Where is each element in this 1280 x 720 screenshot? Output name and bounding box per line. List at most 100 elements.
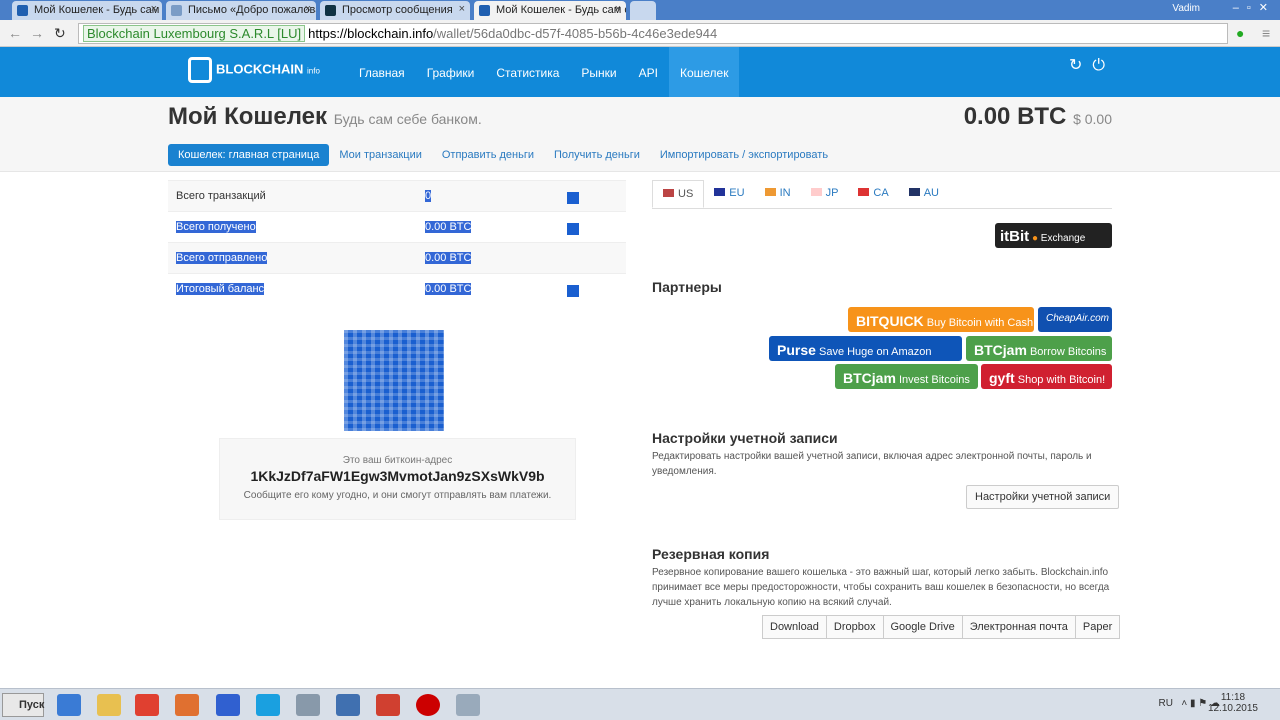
start-button[interactable]: Пуск [2, 693, 44, 717]
message-icon [325, 5, 336, 16]
browser-tab-active[interactable]: Мой Кошелек - Будь сам се × [474, 1, 626, 20]
site-header: BLOCKCHAIN info Главная Графики Статисти… [0, 47, 1280, 97]
tab-currency-in[interactable]: IN [755, 180, 801, 208]
tab-currency-eu[interactable]: EU [704, 180, 754, 208]
ev-certificate[interactable]: Blockchain Luxembourg S.A.R.L [LU] [83, 25, 306, 42]
tab-import-export[interactable]: Импортировать / экспортировать [650, 144, 838, 166]
docs-icon[interactable] [216, 694, 240, 716]
bitcoin-address[interactable]: 1KkJzDf7aFW1Egw3MvmotJan9zSXsWkV9b [220, 468, 575, 484]
tab-currency-au[interactable]: AU [899, 180, 949, 208]
tab-wallet-home[interactable]: Кошелек: главная страница [168, 144, 330, 166]
app-icon[interactable] [456, 694, 480, 716]
stats-table: Всего транзакций 0 Всего получено 0.00 BTC… [168, 180, 626, 304]
window-controls[interactable]: –▫✕ [1233, 1, 1276, 14]
account-settings-desc: Редактировать настройки вашей учетной за… [652, 451, 1092, 477]
page-title: Мой Кошелек Будь сам себе банком. [168, 103, 482, 130]
new-tab-button[interactable] [630, 1, 656, 20]
close-icon[interactable]: × [615, 3, 621, 15]
partner-btcjam-invest[interactable]: BTCjam Invest Bitcoins [835, 364, 978, 389]
blockchain-icon [17, 5, 28, 16]
au-flag-icon [908, 188, 920, 196]
blockchain-logo[interactable]: BLOCKCHAIN info [188, 57, 320, 83]
browser-tab[interactable]: Мой Кошелек - Будь сам се × [12, 1, 162, 20]
backup-google-drive-button[interactable]: Google Drive [882, 615, 963, 639]
show-hidden-icon[interactable]: ˄ [1181, 698, 1187, 709]
close-icon[interactable]: × [459, 3, 465, 15]
partner-purse[interactable]: Purse Save Huge on Amazon [769, 336, 962, 361]
close-icon[interactable]: × [305, 3, 311, 15]
backup-buttons: Download Dropbox Google Drive Электронна… [762, 615, 1121, 639]
square-icon [567, 285, 579, 297]
table-row: Итоговый баланс 0.00 BTC [168, 273, 626, 304]
backup-desc: Резервное копирование вашего кошелька - … [652, 567, 1110, 608]
backup-title: Резервная копия [652, 546, 770, 562]
taskbar: Пуск RU ˄ ▮ ⚑ ☁ 11:18 12.10.2015 [0, 688, 1280, 720]
browser-tab[interactable]: Письмо «Добро пожаловат × [166, 1, 316, 20]
eu-flag-icon [714, 188, 726, 196]
refresh-icon[interactable]: ↻ [1069, 57, 1092, 74]
main-menu: Главная Графики Статистика Рынки API Кош… [348, 47, 740, 97]
menu-stats[interactable]: Статистика [485, 47, 570, 97]
back-icon[interactable]: ← [8, 25, 22, 41]
chrome-icon[interactable] [135, 694, 159, 716]
jp-flag-icon [810, 188, 822, 196]
browser-tab-bar: Мой Кошелек - Будь сам се × Письмо «Добро… [0, 0, 1280, 20]
account-settings-title: Настройки учетной записи [652, 430, 838, 446]
bitcoin-address-box: Это ваш биткоин-адрес 1KkJzDf7aFW1Egw3Mv… [219, 438, 576, 520]
reload-icon[interactable]: ↻ [54, 25, 66, 42]
tab-transactions[interactable]: Мои транзакции [329, 144, 432, 166]
menu-charts[interactable]: Графики [416, 47, 486, 97]
backup-email-button[interactable]: Электронная почта [961, 615, 1076, 639]
wallet-subnav: Кошелек: главная страница Мои транзакции… [168, 144, 838, 166]
itbit-exchange-button[interactable]: itBit ● Exchange [995, 223, 1112, 248]
table-row: Всего получено 0.00 BTC [168, 211, 626, 242]
browser-tab[interactable]: Просмотр сообщения × [320, 1, 470, 20]
square-icon [567, 223, 579, 235]
profile-name[interactable]: Vadim [1172, 3, 1200, 14]
partner-gyft[interactable]: gyft Shop with Bitcoin! [981, 364, 1112, 389]
ie-icon[interactable] [57, 694, 81, 716]
mail-icon [171, 5, 182, 16]
action-center-icon[interactable]: ⚑ [1198, 698, 1207, 709]
partner-cheapair[interactable]: CheapAir.com [1038, 307, 1112, 332]
tab-receive[interactable]: Получить деньги [544, 144, 650, 166]
tab-currency-ca[interactable]: CA [848, 180, 898, 208]
record-icon[interactable] [416, 694, 440, 716]
extension-icon[interactable]: ● [1236, 25, 1244, 41]
url-input[interactable]: Blockchain Luxembourg S.A.R.L [LU] https:… [78, 23, 1228, 44]
bitcoin-icon: ● [1031, 233, 1038, 244]
tab-currency-us[interactable]: US [652, 180, 705, 208]
backup-paper-button[interactable]: Paper [1074, 615, 1121, 639]
skype-icon[interactable] [256, 694, 280, 716]
clock[interactable]: 11:18 12.10.2015 [1208, 692, 1258, 714]
menu-api[interactable]: API [628, 47, 669, 97]
partner-bitquick[interactable]: BITQUICK Buy Bitcoin with Cash [848, 307, 1034, 332]
logo-icon [188, 57, 212, 83]
calculator-icon[interactable] [296, 694, 320, 716]
tab-currency-jp[interactable]: JP [801, 180, 849, 208]
in-flag-icon [764, 188, 776, 196]
square-icon [567, 192, 579, 204]
currency-tabs: US EU IN JP CA AU [652, 180, 1112, 209]
chrome-icon[interactable] [376, 694, 400, 716]
explorer-icon[interactable] [97, 694, 121, 716]
media-player-icon[interactable] [175, 694, 199, 716]
menu-wallet[interactable]: Кошелек [668, 47, 740, 97]
language-indicator[interactable]: RU [1159, 698, 1173, 709]
wallet-balance[interactable]: 0.00 BTC $ 0.00 [964, 103, 1112, 131]
control-panel-icon[interactable] [336, 694, 360, 716]
menu-icon[interactable]: ≡ [1262, 25, 1270, 41]
partners-title: Партнеры [652, 279, 722, 295]
forward-icon[interactable]: → [30, 25, 44, 41]
menu-markets[interactable]: Рынки [570, 47, 627, 97]
account-settings-button[interactable]: Настройки учетной записи [966, 485, 1120, 509]
partner-btcjam-borrow[interactable]: BTCjam Borrow Bitcoins [966, 336, 1112, 361]
power-icon[interactable]: ⏻ [1092, 57, 1115, 74]
backup-dropbox-button[interactable]: Dropbox [825, 615, 884, 639]
close-icon[interactable]: × [151, 3, 157, 15]
tab-send[interactable]: Отправить деньги [432, 144, 544, 166]
backup-download-button[interactable]: Download [762, 615, 827, 639]
menu-home[interactable]: Главная [348, 47, 416, 97]
qr-code [344, 330, 444, 431]
network-icon[interactable]: ▮ [1190, 698, 1196, 709]
